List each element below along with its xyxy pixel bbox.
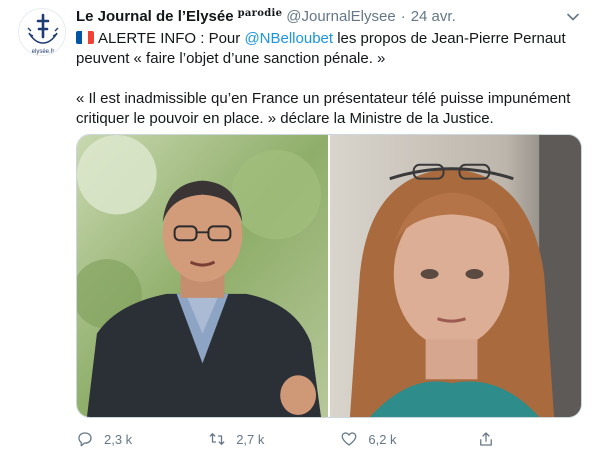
french-flag-icon: [76, 31, 94, 44]
photo-right-minister[interactable]: [330, 135, 581, 417]
tweet-line-2: peuvent « faire l’objet d’une sanction p…: [76, 50, 386, 67]
user-handle[interactable]: @JournalElysee: [286, 8, 395, 25]
retweet-button[interactable]: 2,7 k: [208, 430, 340, 448]
media-grid: [76, 134, 582, 418]
tweet-line-1: ALERTE INFO : Pour @NBelloubet les propo…: [76, 29, 586, 49]
tweet-line-4: critiquer le pouvoir en place. » déclare…: [76, 110, 494, 127]
tweet-text-segment: ALERTE INFO : Pour: [98, 30, 245, 47]
reply-count: 2,3 k: [104, 431, 133, 447]
like-count: 6,2 k: [368, 431, 397, 447]
like-button[interactable]: 6,2 k: [340, 430, 472, 448]
tweet-text-segment: les propos de Jean-Pierre Pernaut: [333, 30, 566, 47]
tweet-line-3: « Il est inadmissible qu’en France un pr…: [76, 90, 571, 107]
elysee-logo-icon: elysée.fr: [19, 9, 65, 55]
display-name[interactable]: Le Journal de l’Elysée: [76, 8, 234, 25]
presenter-photo-illustration: [77, 135, 328, 417]
reply-button[interactable]: 2,3 k: [76, 430, 208, 448]
tweet-card[interactable]: elysée.fr Le Journal de l’Elysée parodie…: [0, 0, 598, 457]
mention-link[interactable]: @NBelloubet: [244, 30, 333, 47]
tweet-header: Le Journal de l’Elysée parodie @JournalE…: [76, 8, 580, 28]
minister-photo-illustration: [330, 135, 581, 417]
retweet-count: 2,7 k: [236, 431, 265, 447]
photo-left-presenter[interactable]: [77, 135, 328, 417]
tweet-date[interactable]: 24 avr.: [411, 8, 456, 25]
tweet-actions: 2,3 k 2,7 k 6,2 k: [76, 426, 516, 452]
avatar-caption: elysée.fr: [32, 49, 55, 55]
parody-badge: parodie: [237, 8, 283, 19]
tweet-text: ALERTE INFO : Pour @NBelloubet les propo…: [76, 29, 586, 129]
separator-dot: ·: [400, 8, 406, 25]
chevron-down-icon[interactable]: [566, 10, 580, 24]
heart-icon: [341, 432, 357, 446]
share-button[interactable]: [477, 430, 516, 448]
share-icon: [479, 432, 492, 446]
retweet-icon: [209, 433, 225, 445]
reply-icon: [78, 432, 92, 447]
avatar[interactable]: elysée.fr: [18, 8, 66, 56]
